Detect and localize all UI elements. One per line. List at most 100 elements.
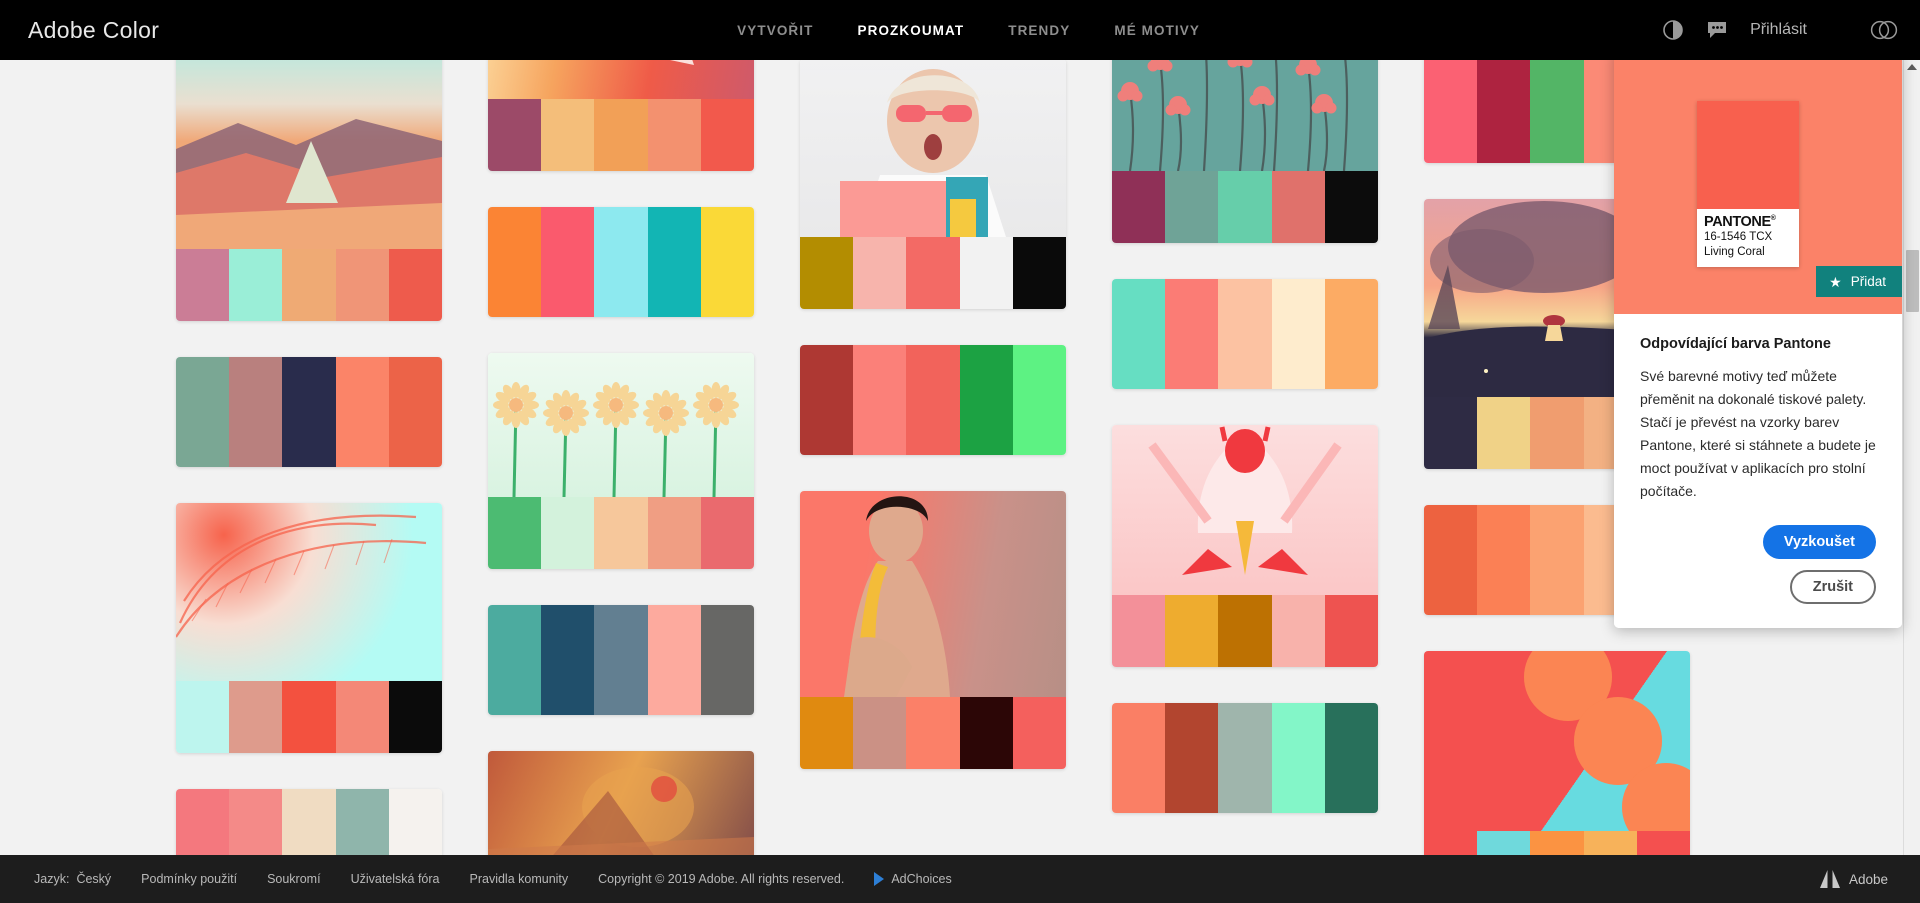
color-swatch-1[interactable] bbox=[800, 345, 854, 455]
vertical-scrollbar[interactable] bbox=[1903, 60, 1920, 855]
color-swatch-2[interactable] bbox=[853, 237, 907, 309]
color-swatch-3[interactable] bbox=[594, 207, 648, 317]
palette-sage-rose-navy[interactable] bbox=[176, 357, 442, 467]
theme-thumbnail-male-portrait-coral-photo[interactable] bbox=[800, 491, 1066, 697]
theme-palm-mint[interactable] bbox=[176, 503, 442, 753]
color-swatch-strip[interactable] bbox=[176, 357, 442, 467]
color-swatch-4[interactable] bbox=[959, 697, 1013, 769]
color-swatch-strip[interactable] bbox=[176, 681, 442, 753]
color-swatch-2[interactable] bbox=[229, 357, 283, 467]
theme-thumbnail-flowers-on-teal-photo[interactable] bbox=[1112, 60, 1378, 171]
color-swatch-1[interactable] bbox=[1424, 831, 1478, 855]
theme-cyclist-photo[interactable] bbox=[488, 751, 754, 855]
color-swatch-2[interactable] bbox=[1165, 279, 1219, 389]
palette-coral-rust-sage-mint[interactable] bbox=[1112, 703, 1378, 813]
color-swatch-2[interactable] bbox=[1165, 595, 1219, 667]
color-swatch-5[interactable] bbox=[700, 497, 754, 569]
palette-pink-cream-sage[interactable] bbox=[176, 789, 442, 855]
color-swatch-5[interactable] bbox=[1324, 171, 1378, 243]
adchoices-button[interactable]: AdChoices bbox=[874, 872, 952, 886]
color-swatch-1[interactable] bbox=[488, 497, 542, 569]
color-swatch-1[interactable] bbox=[176, 357, 230, 467]
theme-grapefruit-photo[interactable] bbox=[1424, 651, 1690, 855]
color-swatch-4[interactable] bbox=[1583, 831, 1637, 855]
palette-brick-salmon-green[interactable] bbox=[800, 345, 1066, 455]
color-swatch-5[interactable] bbox=[1012, 237, 1066, 309]
color-swatch-5[interactable] bbox=[388, 681, 442, 753]
color-swatch-4[interactable] bbox=[1271, 595, 1325, 667]
theme-shopper-portrait[interactable] bbox=[800, 60, 1066, 309]
color-swatch-2[interactable] bbox=[853, 697, 907, 769]
color-swatch-4[interactable] bbox=[335, 249, 389, 321]
color-swatch-3[interactable] bbox=[282, 681, 336, 753]
color-swatch-1[interactable] bbox=[1424, 60, 1478, 163]
color-swatch-2[interactable] bbox=[1165, 703, 1219, 813]
color-swatch-5[interactable] bbox=[1324, 595, 1378, 667]
color-swatch-3[interactable] bbox=[1530, 831, 1584, 855]
color-swatch-strip[interactable] bbox=[488, 605, 754, 715]
language-selector[interactable]: Český bbox=[76, 872, 111, 886]
color-swatch-3[interactable] bbox=[282, 789, 336, 855]
color-swatch-1[interactable] bbox=[800, 237, 854, 309]
color-swatch-4[interactable] bbox=[959, 345, 1013, 455]
color-swatch-strip[interactable] bbox=[176, 249, 442, 321]
color-swatch-1[interactable] bbox=[176, 681, 230, 753]
color-swatch-3[interactable] bbox=[1218, 171, 1272, 243]
color-swatch-2[interactable] bbox=[229, 681, 283, 753]
footer-link-forums[interactable]: Uživatelská fóra bbox=[351, 872, 440, 886]
color-swatch-2[interactable] bbox=[229, 789, 283, 855]
color-swatch-3[interactable] bbox=[906, 237, 960, 309]
color-swatch-4[interactable] bbox=[335, 357, 389, 467]
color-swatch-2[interactable] bbox=[1165, 171, 1219, 243]
color-swatch-4[interactable] bbox=[335, 789, 389, 855]
color-swatch-5[interactable] bbox=[1324, 703, 1378, 813]
creative-cloud-icon[interactable] bbox=[1870, 19, 1898, 41]
footer-link-terms[interactable]: Podmínky použití bbox=[141, 872, 237, 886]
color-swatch-1[interactable] bbox=[488, 99, 542, 171]
theme-desert-canyon[interactable] bbox=[176, 60, 442, 321]
color-swatch-5[interactable] bbox=[388, 357, 442, 467]
color-swatch-strip[interactable] bbox=[1112, 279, 1378, 389]
color-swatch-strip[interactable] bbox=[176, 789, 442, 855]
color-swatch-1[interactable] bbox=[176, 789, 230, 855]
color-swatch-4[interactable] bbox=[959, 237, 1013, 309]
color-swatch-1[interactable] bbox=[488, 605, 542, 715]
color-swatch-strip[interactable] bbox=[1112, 703, 1378, 813]
color-swatch-1[interactable] bbox=[1424, 397, 1478, 469]
color-swatch-2[interactable] bbox=[541, 497, 595, 569]
color-swatch-strip[interactable] bbox=[488, 497, 754, 569]
color-swatch-4[interactable] bbox=[647, 207, 701, 317]
color-swatch-1[interactable] bbox=[176, 249, 230, 321]
color-swatch-3[interactable] bbox=[594, 605, 648, 715]
color-swatch-2[interactable] bbox=[541, 605, 595, 715]
theme-thumbnail-abstract-orange-illustration[interactable] bbox=[488, 60, 754, 99]
color-swatch-2[interactable] bbox=[541, 99, 595, 171]
nav-item-vytvorit[interactable]: VYTVOŘIT bbox=[737, 23, 813, 38]
color-swatch-3[interactable] bbox=[594, 497, 648, 569]
color-swatch-1[interactable] bbox=[1112, 171, 1166, 243]
nav-item-trendy[interactable]: TRENDY bbox=[1008, 23, 1070, 38]
color-swatch-5[interactable] bbox=[1636, 831, 1690, 855]
color-swatch-1[interactable] bbox=[1112, 595, 1166, 667]
color-swatch-1[interactable] bbox=[1112, 703, 1166, 813]
theme-thumbnail-cyclist-photo[interactable] bbox=[488, 751, 754, 855]
arrow-up-icon[interactable] bbox=[1907, 64, 1917, 70]
color-swatch-2[interactable] bbox=[1477, 397, 1531, 469]
color-swatch-strip[interactable] bbox=[800, 697, 1066, 769]
color-swatch-5[interactable] bbox=[1324, 279, 1378, 389]
nav-item-prozkoumat[interactable]: PROZKOUMAT bbox=[857, 23, 964, 38]
color-swatch-4[interactable] bbox=[1271, 171, 1325, 243]
color-swatch-3[interactable] bbox=[594, 99, 648, 171]
theme-thumbnail-person-with-shopping-bags-photo[interactable] bbox=[800, 60, 1066, 237]
color-swatch-1[interactable] bbox=[488, 207, 542, 317]
color-swatch-strip[interactable] bbox=[1424, 831, 1690, 855]
color-swatch-strip[interactable] bbox=[1112, 595, 1378, 667]
theme-thumbnail-pink-woman-illustration[interactable] bbox=[1112, 425, 1378, 595]
theme-pink-figure-illustration[interactable] bbox=[1112, 425, 1378, 667]
color-swatch-3[interactable] bbox=[1530, 60, 1584, 163]
color-swatch-3[interactable] bbox=[1530, 397, 1584, 469]
color-swatch-5[interactable] bbox=[700, 99, 754, 171]
cancel-button[interactable]: Zrušit bbox=[1789, 569, 1876, 604]
color-swatch-3[interactable] bbox=[1218, 595, 1272, 667]
color-swatch-5[interactable] bbox=[700, 207, 754, 317]
